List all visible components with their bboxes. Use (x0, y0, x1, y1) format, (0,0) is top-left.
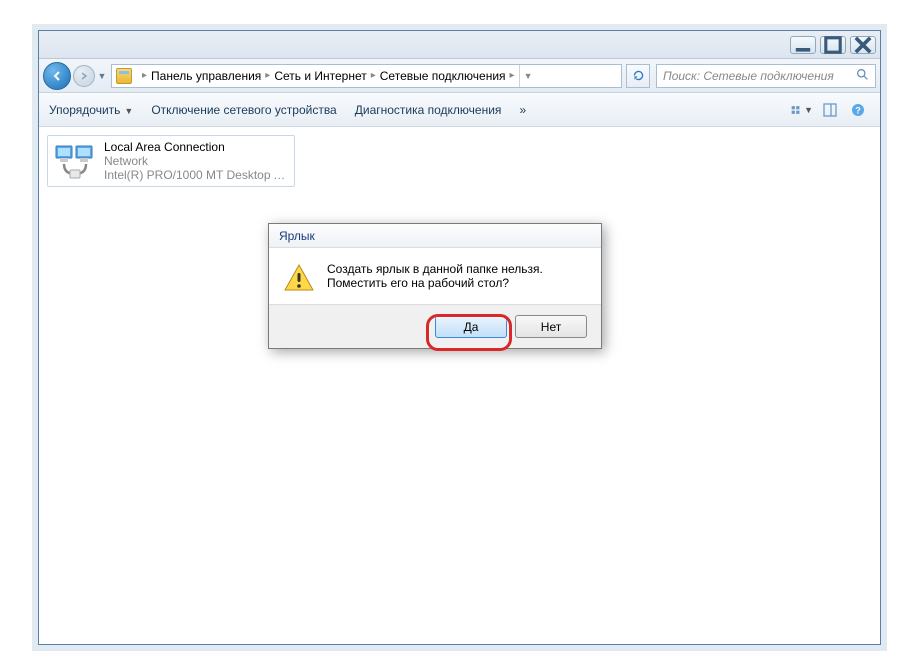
network-connection-item[interactable]: Local Area Connection Network Intel(R) P… (47, 135, 295, 187)
preview-pane-button[interactable] (818, 99, 842, 121)
network-adapter-icon (54, 140, 96, 182)
nav-buttons: ▼ (43, 62, 109, 90)
breadcrumb-item[interactable]: Панель управления (151, 69, 261, 83)
yes-button[interactable]: Да (435, 315, 507, 338)
chevron-down-icon: ▼ (124, 106, 133, 116)
connection-device: Intel(R) PRO/1000 MT Desktop Ad... (104, 168, 288, 182)
shortcut-dialog: Ярлык Создать ярлык в данной папке нельз… (268, 223, 602, 349)
warning-icon (283, 262, 315, 294)
history-dropdown[interactable]: ▼ (95, 71, 109, 81)
maximize-button[interactable] (820, 36, 846, 54)
connection-text: Local Area Connection Network Intel(R) P… (104, 140, 288, 182)
forward-button[interactable] (73, 65, 95, 87)
close-button[interactable] (850, 36, 876, 54)
network-connections-icon (116, 68, 132, 84)
help-button[interactable]: ? (846, 99, 870, 121)
titlebar (39, 31, 880, 59)
diagnose-button[interactable]: Диагностика подключения (355, 103, 502, 117)
refresh-button[interactable] (626, 64, 650, 88)
breadcrumb-item[interactable]: Сетевые подключения (380, 69, 506, 83)
content-area[interactable]: Local Area Connection Network Intel(R) P… (39, 127, 880, 644)
dialog-line1: Создать ярлык в данной папке нельзя. (327, 262, 543, 276)
dialog-title: Ярлык (269, 224, 601, 248)
toolbar: Упорядочить▼ Отключение сетевого устройс… (39, 93, 880, 127)
search-placeholder: Поиск: Сетевые подключения (663, 69, 834, 83)
chevron-right-icon: ▸ (371, 70, 376, 81)
chevron-right-icon: ▸ (265, 70, 270, 81)
organize-menu[interactable]: Упорядочить▼ (49, 103, 133, 117)
dialog-buttons: Да Нет (269, 304, 601, 348)
address-bar: ▼ ▸ Панель управления ▸ Сеть и Интернет … (39, 59, 880, 93)
dialog-line2: Поместить его на рабочий стол? (327, 276, 543, 290)
chevron-right-icon: ▸ (510, 70, 515, 81)
back-button[interactable] (43, 62, 71, 90)
connection-name: Local Area Connection (104, 140, 288, 154)
no-button[interactable]: Нет (515, 315, 587, 338)
path-dropdown[interactable]: ▼ (519, 65, 537, 87)
overflow-button[interactable]: » (519, 103, 526, 117)
breadcrumb[interactable]: ▸ Панель управления ▸ Сеть и Интернет ▸ … (111, 64, 622, 88)
dialog-body: Создать ярлык в данной папке нельзя. Пом… (269, 248, 601, 304)
chevron-down-icon: ▼ (804, 105, 813, 115)
breadcrumb-item[interactable]: Сеть и Интернет (274, 69, 366, 83)
svg-text:?: ? (855, 105, 861, 115)
chevron-right-icon: ▸ (142, 70, 147, 81)
search-input[interactable]: Поиск: Сетевые подключения (656, 64, 876, 88)
minimize-button[interactable] (790, 36, 816, 54)
view-icons-button[interactable]: ▼ (790, 99, 814, 121)
dialog-message: Создать ярлык в данной папке нельзя. Пом… (327, 262, 543, 294)
disable-device-button[interactable]: Отключение сетевого устройства (151, 103, 336, 117)
connection-status: Network (104, 154, 288, 168)
search-icon (856, 68, 869, 84)
